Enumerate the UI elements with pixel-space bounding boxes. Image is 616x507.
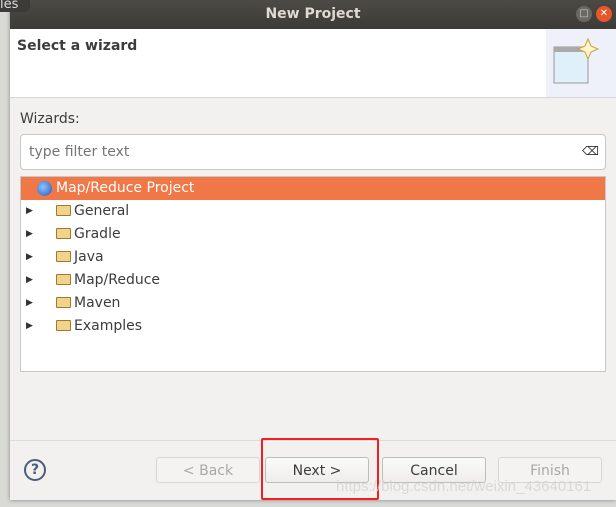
filter-field[interactable]: ⌫ [20,134,606,170]
clear-icon[interactable]: ⌫ [582,144,599,158]
window-title: New Project [265,6,361,22]
expand-arrow-icon[interactable]: ▶ [26,246,33,269]
tree-item-label: General [74,203,130,219]
mapreduce-project-icon [37,181,52,196]
wizard-header: Select a wizard [10,29,616,98]
new-project-dialog: New Project □ ✕ Select a wizard Wizards:… [10,0,616,500]
page-title: Select a wizard [17,38,138,54]
folder-icon [56,251,71,262]
folder-icon [56,274,71,285]
tree-item-mapreduce[interactable]: ▶ Map/Reduce [21,269,605,292]
background-tab: les [0,0,30,12]
expand-arrow-icon[interactable]: ▶ [26,315,33,338]
tree-item-label: Map/Reduce [74,272,161,288]
tree-item-examples[interactable]: ▶ Examples [21,315,605,338]
tree-item-label: Gradle [74,226,121,242]
tree-item-label: Examples [74,318,143,334]
maximize-icon[interactable]: □ [576,6,592,22]
wizards-label: Wizards: [20,111,80,127]
tree-item-java[interactable]: ▶ Java [21,246,605,269]
help-icon[interactable]: ? [24,459,46,481]
folder-icon [56,320,71,331]
tree-item-maven[interactable]: ▶ Maven [21,292,605,315]
watermark: https://blog.csdn.net/weixin_43640161 [336,478,592,495]
tree-item-gradle[interactable]: ▶ Gradle [21,223,605,246]
close-icon[interactable]: ✕ [596,6,612,22]
tree-item-label: Maven [74,295,121,311]
folder-icon [56,205,71,216]
tree-item-mapreduce-project[interactable]: Map/Reduce Project [21,177,605,200]
folder-icon [56,228,71,239]
folder-icon [56,297,71,308]
expand-arrow-icon[interactable]: ▶ [26,223,33,246]
expand-arrow-icon[interactable]: ▶ [26,200,33,223]
tree-item-label: Java [74,249,104,265]
expand-arrow-icon[interactable]: ▶ [26,292,33,315]
title-bar: New Project □ ✕ [10,0,616,29]
tree-item-label: Map/Reduce Project [56,180,195,196]
new-wizard-icon [546,29,616,97]
expand-arrow-icon[interactable]: ▶ [26,269,33,292]
filter-input[interactable] [27,143,571,161]
back-button[interactable]: < Back [156,457,260,483]
wizard-tree[interactable]: Map/Reduce Project ▶ General ▶ Gradle ▶ Jav… [20,176,606,372]
tree-item-general[interactable]: ▶ General [21,200,605,223]
